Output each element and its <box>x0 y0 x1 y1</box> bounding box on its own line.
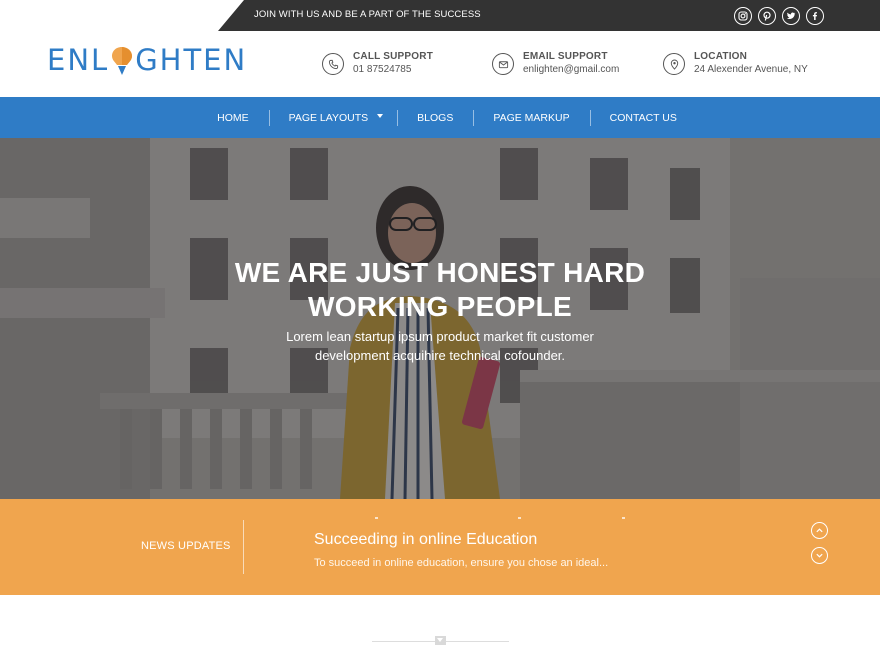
main-nav: HOME PAGE LAYOUTS BLOGS PAGE MARKUP CONT… <box>0 97 880 138</box>
email-support-address[interactable]: enlighten@gmail.com <box>523 64 619 75</box>
nav-item-blogs[interactable]: BLOGS <box>397 109 473 126</box>
nav-item-label: PAGE MARKUP <box>493 111 570 124</box>
social-links <box>734 7 824 25</box>
email-support-title: EMAIL SUPPORT <box>523 51 608 62</box>
hero-title-line-2: WORKING PEOPLE <box>308 291 572 322</box>
hero-subtitle-line-1: Lorem lean startup ipsum product market … <box>286 329 594 344</box>
news-item-excerpt: To succeed in online education, ensure y… <box>314 557 609 569</box>
location-pin-icon <box>663 53 685 75</box>
chevron-down-icon[interactable] <box>811 547 828 564</box>
top-bar-white-notch <box>0 0 244 31</box>
nav-item-contact-us[interactable]: CONTACT US <box>589 109 697 126</box>
news-divider <box>243 520 244 574</box>
nav-item-label: PAGE LAYOUTS <box>288 111 369 124</box>
nav-item-label: HOME <box>217 111 249 124</box>
location-title: LOCATION <box>694 51 748 62</box>
call-support-title: CALL SUPPORT <box>353 51 433 62</box>
hero-title-line-1: WE ARE JUST HONEST HARD <box>234 257 646 288</box>
phone-icon <box>322 53 344 75</box>
mail-icon <box>492 53 514 75</box>
lightbulb-icon <box>109 44 135 76</box>
call-support-number[interactable]: 01 87524785 <box>353 64 433 75</box>
site-header: ENL GHTEN CALL SUPPORT 01 87524785 EMAIL… <box>0 31 880 97</box>
top-bar: JOIN WITH US AND BE A PART OF THE SUCCES… <box>0 0 880 31</box>
news-ticker-fragments <box>375 517 630 521</box>
facebook-icon[interactable] <box>806 7 824 25</box>
nav-item-page-markup[interactable]: PAGE MARKUP <box>473 109 589 126</box>
news-item-title[interactable]: Succeeding in online Education <box>314 531 537 549</box>
twitter-icon[interactable] <box>782 7 800 25</box>
hero-subtitle-line-2: development acquihire technical cofounde… <box>314 348 566 363</box>
logo-text-right: GHTEN <box>135 43 248 77</box>
location-address: 24 Alexender Avenue, NY <box>694 64 808 75</box>
section-divider-icon <box>435 636 446 645</box>
contact-email-support: EMAIL SUPPORT enlighten@gmail.com <box>492 51 619 75</box>
pinterest-icon[interactable] <box>758 7 776 25</box>
news-updates-label: NEWS UPDATES <box>141 540 231 552</box>
nav-item-label: BLOGS <box>417 111 454 124</box>
contact-call-support: CALL SUPPORT 01 87524785 <box>322 51 433 75</box>
hero-subtitle: Lorem lean startup ipsum product market … <box>0 327 880 365</box>
nav-item-label: CONTACT US <box>609 111 677 124</box>
nav-item-page-layouts[interactable]: PAGE LAYOUTS <box>268 109 398 126</box>
chevron-up-icon[interactable] <box>811 522 828 539</box>
hero-banner: WE ARE JUST HONEST HARD WORKING PEOPLE L… <box>0 138 880 499</box>
instagram-icon[interactable] <box>734 7 752 25</box>
news-ticker: NEWS UPDATES Succeeding in online Educat… <box>0 499 880 595</box>
hero-title: WE ARE JUST HONEST HARD WORKING PEOPLE <box>0 256 880 324</box>
nav-item-home[interactable]: HOME <box>197 112 269 124</box>
caret-down-icon <box>377 113 384 118</box>
logo[interactable]: ENL GHTEN <box>47 43 248 77</box>
top-bar-tagline: JOIN WITH US AND BE A PART OF THE SUCCES… <box>254 9 481 20</box>
logo-text-left: ENL <box>47 43 110 77</box>
contact-location: LOCATION 24 Alexender Avenue, NY <box>663 51 808 75</box>
